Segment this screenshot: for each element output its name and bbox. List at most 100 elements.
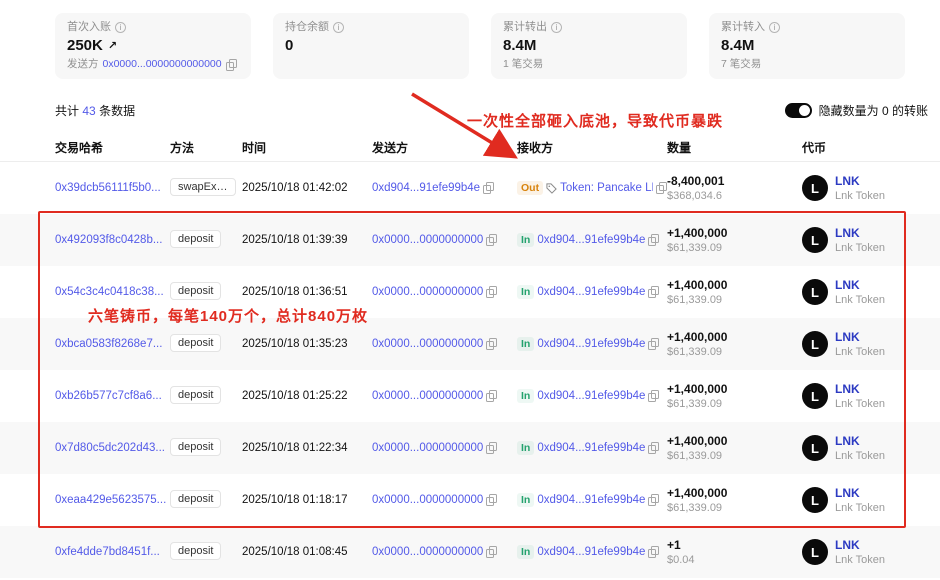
- from-address-link[interactable]: 0x0000...0000000000: [372, 234, 483, 246]
- toggle-switch[interactable]: [785, 103, 812, 118]
- copy-icon[interactable]: [483, 182, 494, 194]
- amount-value: +1,400,000: [667, 486, 802, 500]
- token-name: Lnk Token: [835, 345, 885, 359]
- header-token[interactable]: 代币: [802, 139, 905, 156]
- copy-icon[interactable]: [486, 286, 497, 298]
- token-name: Lnk Token: [835, 241, 885, 255]
- table-row: 0xb26b577c7cf8a6... deposit 2025/10/18 0…: [0, 370, 940, 422]
- token-symbol[interactable]: LNK: [835, 538, 885, 552]
- hide-zero-toggle[interactable]: 隐藏数量为 0 的转账: [785, 102, 928, 119]
- stat-value-total-in: 8.4M: [721, 37, 754, 55]
- to-address-link[interactable]: Token: Pancake LPs: [560, 182, 653, 194]
- info-icon[interactable]: i: [333, 22, 344, 33]
- copy-icon[interactable]: [486, 338, 497, 350]
- external-link-icon[interactable]: ↗: [108, 37, 117, 55]
- token-logo: L: [802, 331, 828, 357]
- copy-icon[interactable]: [648, 546, 659, 558]
- method-badge: deposit: [170, 438, 221, 456]
- direction-badge: In: [517, 441, 534, 455]
- from-address-link[interactable]: 0x0000...0000000000: [372, 494, 483, 506]
- method-badge: deposit: [170, 386, 221, 404]
- token-symbol[interactable]: LNK: [835, 226, 885, 240]
- sender-address-link[interactable]: 0x0000...0000000000000: [103, 58, 222, 71]
- header-to[interactable]: 接收方: [517, 139, 667, 156]
- token-logo: L: [802, 487, 828, 513]
- tx-hash-link[interactable]: 0x39dcb56111f5b0...: [55, 182, 161, 194]
- table-row: 0xfe4dde7bd8451f... deposit 2025/10/18 0…: [0, 526, 940, 578]
- direction-badge: In: [517, 337, 534, 351]
- token-symbol[interactable]: LNK: [835, 330, 885, 344]
- token-symbol[interactable]: LNK: [835, 434, 885, 448]
- tx-time: 2025/10/18 01:25:22: [242, 390, 372, 402]
- header-from[interactable]: 发送方: [372, 139, 517, 156]
- copy-icon[interactable]: [648, 338, 659, 350]
- from-address-link[interactable]: 0x0000...0000000000: [372, 442, 483, 454]
- toggle-knob: [799, 105, 810, 116]
- to-address-link[interactable]: 0xd904...91efe99b4e: [537, 442, 645, 454]
- token-symbol[interactable]: LNK: [835, 174, 885, 188]
- copy-icon[interactable]: [648, 390, 659, 402]
- amount-usd: $61,339.09: [667, 450, 802, 462]
- direction-badge: In: [517, 285, 534, 299]
- table-row: 0x492093f8c0428b... deposit 2025/10/18 0…: [0, 214, 940, 266]
- copy-icon[interactable]: [486, 546, 497, 558]
- amount-value: -8,400,001: [667, 174, 802, 188]
- from-address-link[interactable]: 0x0000...0000000000: [372, 390, 483, 402]
- stat-label-balance: 持仓余额: [285, 21, 329, 34]
- tx-hash-link[interactable]: 0xb26b577c7cf8a6...: [55, 390, 162, 402]
- header-time[interactable]: 时间: [242, 139, 372, 156]
- stat-sub-total-in: 7 笔交易: [721, 58, 761, 71]
- info-icon[interactable]: i: [769, 22, 780, 33]
- header-method[interactable]: 方法: [170, 139, 242, 156]
- token-symbol[interactable]: LNK: [835, 486, 885, 500]
- header-amount[interactable]: 数量: [667, 139, 802, 156]
- method-badge: swapExact...: [170, 178, 236, 196]
- records-count-suffix: 条数据: [99, 104, 135, 118]
- amount-usd: $368,034.6: [667, 190, 802, 202]
- token-name: Lnk Token: [835, 189, 885, 203]
- copy-icon[interactable]: [648, 442, 659, 454]
- amount-usd: $61,339.09: [667, 294, 802, 306]
- from-address-link[interactable]: 0x0000...0000000000: [372, 546, 483, 558]
- tx-time: 2025/10/18 01:39:39: [242, 234, 372, 246]
- copy-icon[interactable]: [226, 59, 237, 71]
- from-address-link[interactable]: 0x0000...0000000000: [372, 338, 483, 350]
- copy-icon[interactable]: [486, 390, 497, 402]
- copy-icon[interactable]: [648, 286, 659, 298]
- token-symbol[interactable]: LNK: [835, 278, 885, 292]
- to-address-link[interactable]: 0xd904...91efe99b4e: [537, 546, 645, 558]
- tx-hash-link[interactable]: 0xbca0583f8268e7...: [55, 338, 162, 350]
- tx-hash-link[interactable]: 0xeaa429e5623575...: [55, 494, 166, 506]
- transfers-table: 交易哈希 方法 时间 发送方 接收方 数量 代币 0x39dcb56111f5b…: [0, 133, 940, 578]
- records-count: 共计 43 条数据: [55, 102, 135, 119]
- stat-value-balance: 0: [285, 37, 293, 55]
- from-address-link[interactable]: 0x0000...0000000000: [372, 286, 483, 298]
- to-address-link[interactable]: 0xd904...91efe99b4e: [537, 494, 645, 506]
- token-name: Lnk Token: [835, 553, 885, 567]
- token-symbol[interactable]: LNK: [835, 382, 885, 396]
- copy-icon[interactable]: [656, 182, 667, 194]
- stat-card-balance: 持仓余额 i 0: [273, 13, 469, 79]
- tx-hash-link[interactable]: 0x492093f8c0428b...: [55, 234, 162, 246]
- stat-value-total-out: 8.4M: [503, 37, 536, 55]
- tx-hash-link[interactable]: 0xfe4dde7bd8451f...: [55, 546, 160, 558]
- to-address-link[interactable]: 0xd904...91efe99b4e: [537, 286, 645, 298]
- from-address-link[interactable]: 0xd904...91efe99b4e: [372, 182, 480, 194]
- copy-icon[interactable]: [648, 234, 659, 246]
- token-transfers-page: 首次入账 i 250K ↗ 发送方 0x0000...0000000000000…: [0, 0, 940, 580]
- to-address-link[interactable]: 0xd904...91efe99b4e: [537, 390, 645, 402]
- info-icon[interactable]: i: [551, 22, 562, 33]
- tx-hash-link[interactable]: 0x54c3c4c0418c38...: [55, 286, 164, 298]
- stat-card-first-deposit: 首次入账 i 250K ↗ 发送方 0x0000...0000000000000: [55, 13, 251, 79]
- method-badge: deposit: [170, 490, 221, 508]
- copy-icon[interactable]: [486, 494, 497, 506]
- to-address-link[interactable]: 0xd904...91efe99b4e: [537, 234, 645, 246]
- tx-hash-link[interactable]: 0x7d80c5dc202d43...: [55, 442, 165, 454]
- copy-icon[interactable]: [648, 494, 659, 506]
- to-address-link[interactable]: 0xd904...91efe99b4e: [537, 338, 645, 350]
- copy-icon[interactable]: [486, 442, 497, 454]
- method-badge: deposit: [170, 334, 221, 352]
- info-icon[interactable]: i: [115, 22, 126, 33]
- header-tx-hash[interactable]: 交易哈希: [55, 139, 170, 156]
- copy-icon[interactable]: [486, 234, 497, 246]
